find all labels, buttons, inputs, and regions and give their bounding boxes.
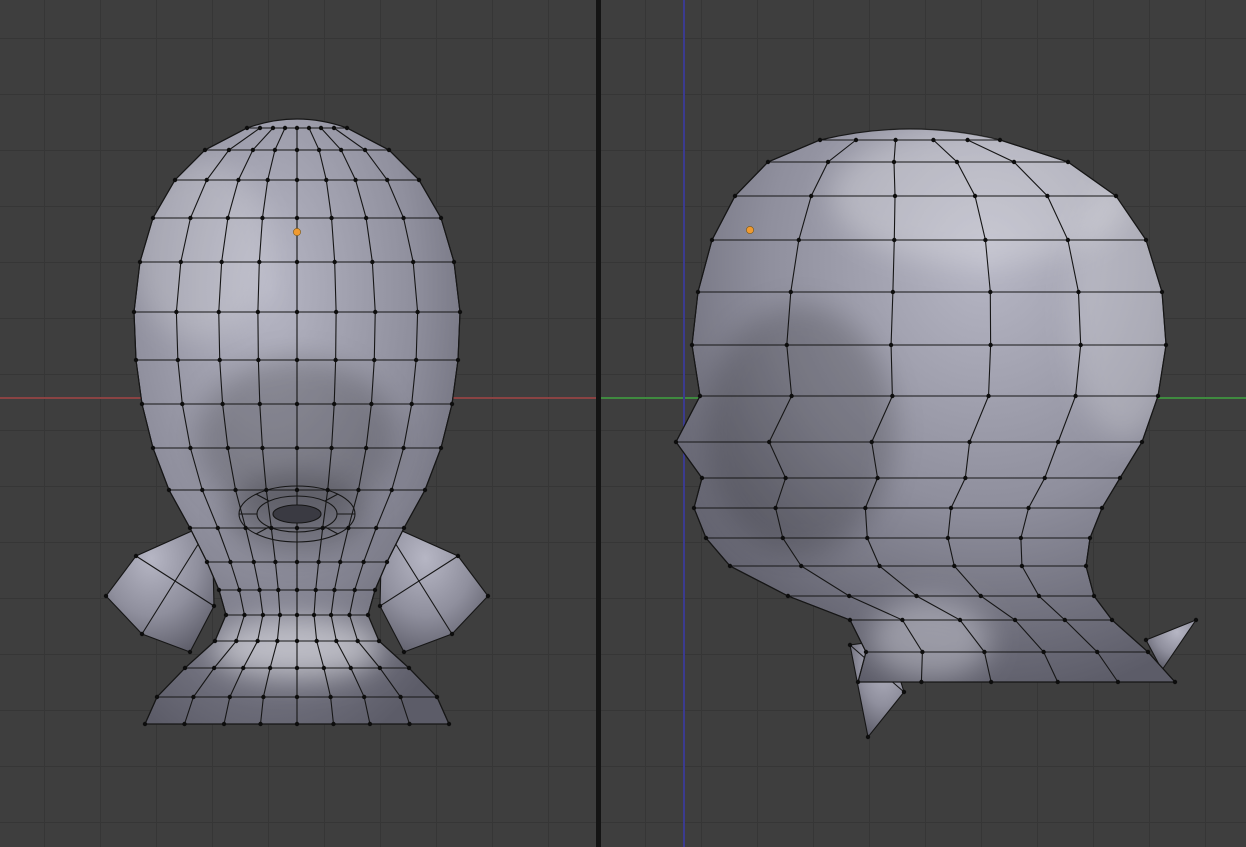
selected-vertex[interactable] bbox=[746, 226, 754, 234]
scene-overlay bbox=[103, 118, 1199, 740]
head-mesh-side[interactable] bbox=[673, 125, 1199, 740]
selected-vertex[interactable] bbox=[293, 228, 301, 236]
head-mesh-front[interactable] bbox=[103, 118, 491, 727]
